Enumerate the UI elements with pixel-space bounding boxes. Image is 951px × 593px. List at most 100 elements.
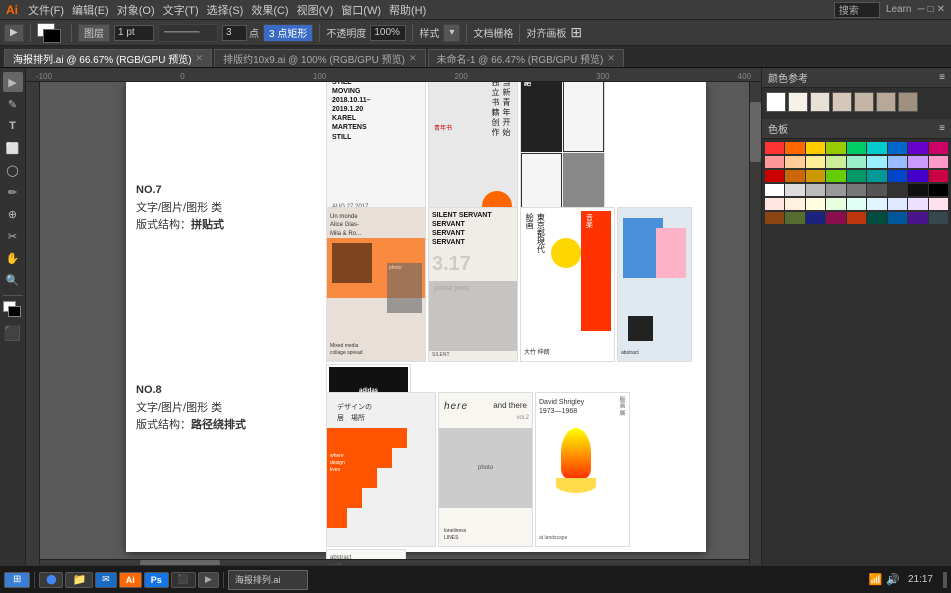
taskbar-app-ai[interactable]: Ai [119, 572, 142, 588]
color-swatch-brown3[interactable] [898, 92, 918, 112]
canvas-area[interactable]: -100 0 100 200 300 400 NO.7 文字/图片/图形 类 版… [26, 68, 761, 571]
point-count[interactable]: 点 [222, 25, 259, 41]
taskbar-app-unknown1[interactable]: ⬛ [171, 572, 196, 588]
align-btn[interactable]: 3 点矩形 [263, 24, 313, 42]
swatches-menu-icon[interactable]: ≡ [939, 123, 945, 134]
window-controls: ─ □ ✕ [917, 4, 945, 15]
layer-dropdown[interactable]: 图层 [78, 24, 110, 42]
fill-stroke-mini[interactable] [3, 301, 23, 319]
opacity-input[interactable] [370, 25, 406, 41]
close-btn[interactable]: ✕ [937, 4, 945, 15]
scrollbar-vertical[interactable] [749, 82, 761, 571]
palette-row-1 [765, 142, 948, 154]
taskbar-time-date[interactable]: 21:17 [904, 574, 937, 585]
menu-file[interactable]: 文件(F) [28, 2, 64, 18]
tool-transform[interactable]: ⊕ [3, 204, 23, 224]
taskbar-app-folder[interactable]: 📁 [65, 572, 93, 588]
minimize-btn[interactable]: ─ [917, 4, 924, 15]
align-artboard-label: 对齐画板 [526, 25, 566, 40]
pal-red[interactable] [765, 142, 784, 154]
taskbar-app-ps[interactable]: Ps [144, 572, 169, 588]
tool-select[interactable]: ▶ [3, 72, 23, 92]
taskbar-sep2 [223, 572, 224, 588]
menu-items: 文件(F) 编辑(E) 对象(O) 文字(T) 选择(S) 效果(C) 视图(V… [28, 2, 426, 18]
menu-bar: Ai 文件(F) 编辑(E) 对象(O) 文字(T) 选择(S) 效果(C) 视… [0, 0, 951, 20]
poster-here-there: here and there vol.2 photo lonelinessLIN… [438, 392, 533, 547]
taskbar-app-unknown2[interactable]: ▶ [198, 572, 219, 588]
pal-orange[interactable] [785, 142, 804, 154]
swatches-title-bar[interactable]: 色板 ≡ [762, 119, 951, 139]
tab-1-close[interactable]: ✕ [196, 53, 204, 64]
no7-structure: 版式结构：拼贴式 [136, 217, 224, 235]
panel-menu-icon[interactable]: ≡ [939, 72, 945, 83]
pal-pink[interactable] [929, 142, 948, 154]
system-tray: 📶 🔊 21:17 [869, 572, 947, 588]
tool-type[interactable]: T [3, 116, 23, 136]
tool-hand[interactable]: ✋ [3, 248, 23, 268]
toolbar-sep4 [412, 24, 413, 42]
share-btn[interactable]: Learn [886, 4, 912, 15]
main-area: ▶ ✎ T ⬜ ◯ ✏ ⊕ ✂ ✋ 🔍 ⬛ -100 0 100 20 [0, 68, 951, 571]
pal-yellow[interactable] [806, 142, 825, 154]
tab-1[interactable]: 海报排列.ai @ 66.67% (RGB/GPU 预览) ✕ [4, 49, 212, 67]
stroke-width-input[interactable] [114, 25, 154, 41]
style-dropdown[interactable]: ▾ [443, 24, 460, 42]
toolbar-sep5 [466, 24, 467, 42]
menu-window[interactable]: 窗口(W) [341, 2, 381, 18]
tool-sep [3, 295, 23, 296]
point-label: 点 [249, 25, 259, 40]
menu-effect[interactable]: 效果(C) [251, 2, 288, 18]
ruler-top: -100 0 100 200 300 400 [26, 68, 761, 82]
menu-edit[interactable]: 编辑(E) [72, 2, 109, 18]
pal-green[interactable] [847, 142, 866, 154]
point-input[interactable] [222, 25, 247, 41]
tool-none[interactable]: ⬛ [3, 323, 23, 343]
tool-draw[interactable]: ✎ [3, 94, 23, 114]
taskbar-time: 21:17 [908, 574, 933, 585]
search-bar[interactable]: 搜索 [834, 2, 880, 18]
fill-stroke-box[interactable] [37, 23, 65, 43]
tool-rect[interactable]: ⬜ [3, 138, 23, 158]
menu-text[interactable]: 文字(T) [163, 2, 199, 18]
taskbar-app-mail[interactable]: ✉ [95, 572, 117, 588]
tray-network[interactable]: 📶 [869, 573, 883, 586]
toolbar-sep3 [319, 24, 320, 42]
color-swatch-cream[interactable] [788, 92, 808, 112]
pal-purple[interactable] [908, 142, 927, 154]
pal-teal[interactable] [867, 142, 886, 154]
tab-2[interactable]: 排版约10x9.ai @ 100% (RGB/GPU 预览) ✕ [214, 49, 425, 67]
color-swatch-beige[interactable] [810, 92, 830, 112]
stroke-style[interactable]: ───── [158, 24, 218, 42]
menu-help[interactable]: 帮助(H) [389, 2, 426, 18]
maximize-btn[interactable]: □ [928, 4, 934, 15]
menu-view[interactable]: 视图(V) [297, 2, 334, 18]
taskbar-window-1[interactable]: 海报排列.ai [228, 570, 308, 590]
color-swatch-tan[interactable] [832, 92, 852, 112]
color-swatch-brown2[interactable] [876, 92, 896, 112]
opacity-label: 不透明度 [326, 25, 366, 40]
color-reference-content [762, 88, 951, 119]
tab-3-close[interactable]: ✕ [607, 53, 615, 64]
tool-zoom[interactable]: 🔍 [3, 270, 23, 290]
tab-3[interactable]: 未命名-1 @ 66.47% (RGB/GPU 预览) ✕ [428, 49, 624, 67]
taskbar-app-chrome[interactable]: ⬤ [39, 572, 63, 588]
pal-lime[interactable] [826, 142, 845, 154]
color-reference-title-bar[interactable]: 颜色参考 ≡ [762, 68, 951, 88]
menu-object[interactable]: 对象(O) [117, 2, 155, 18]
menu-select[interactable]: 选择(S) [207, 2, 244, 18]
tray-volume[interactable]: 🔊 [886, 573, 900, 586]
no8-number: NO.8 [136, 382, 246, 400]
tool-scissor[interactable]: ✂ [3, 226, 23, 246]
tab-2-close[interactable]: ✕ [409, 53, 417, 64]
align-icon[interactable]: ⊞ [570, 24, 582, 41]
pal-blue[interactable] [888, 142, 907, 154]
tool-ellipse[interactable]: ◯ [3, 160, 23, 180]
tray-show-desktop[interactable] [943, 572, 947, 588]
poster-abstract-shapes: abstract [617, 207, 692, 362]
color-swatch-brown1[interactable] [854, 92, 874, 112]
tool-pen[interactable]: ✏ [3, 182, 23, 202]
tool-selector[interactable]: ▶ [4, 24, 24, 42]
color-swatch-white[interactable] [766, 92, 786, 112]
start-button[interactable]: ⊞ [4, 572, 30, 588]
chrome-icon: ⬤ [46, 574, 56, 585]
